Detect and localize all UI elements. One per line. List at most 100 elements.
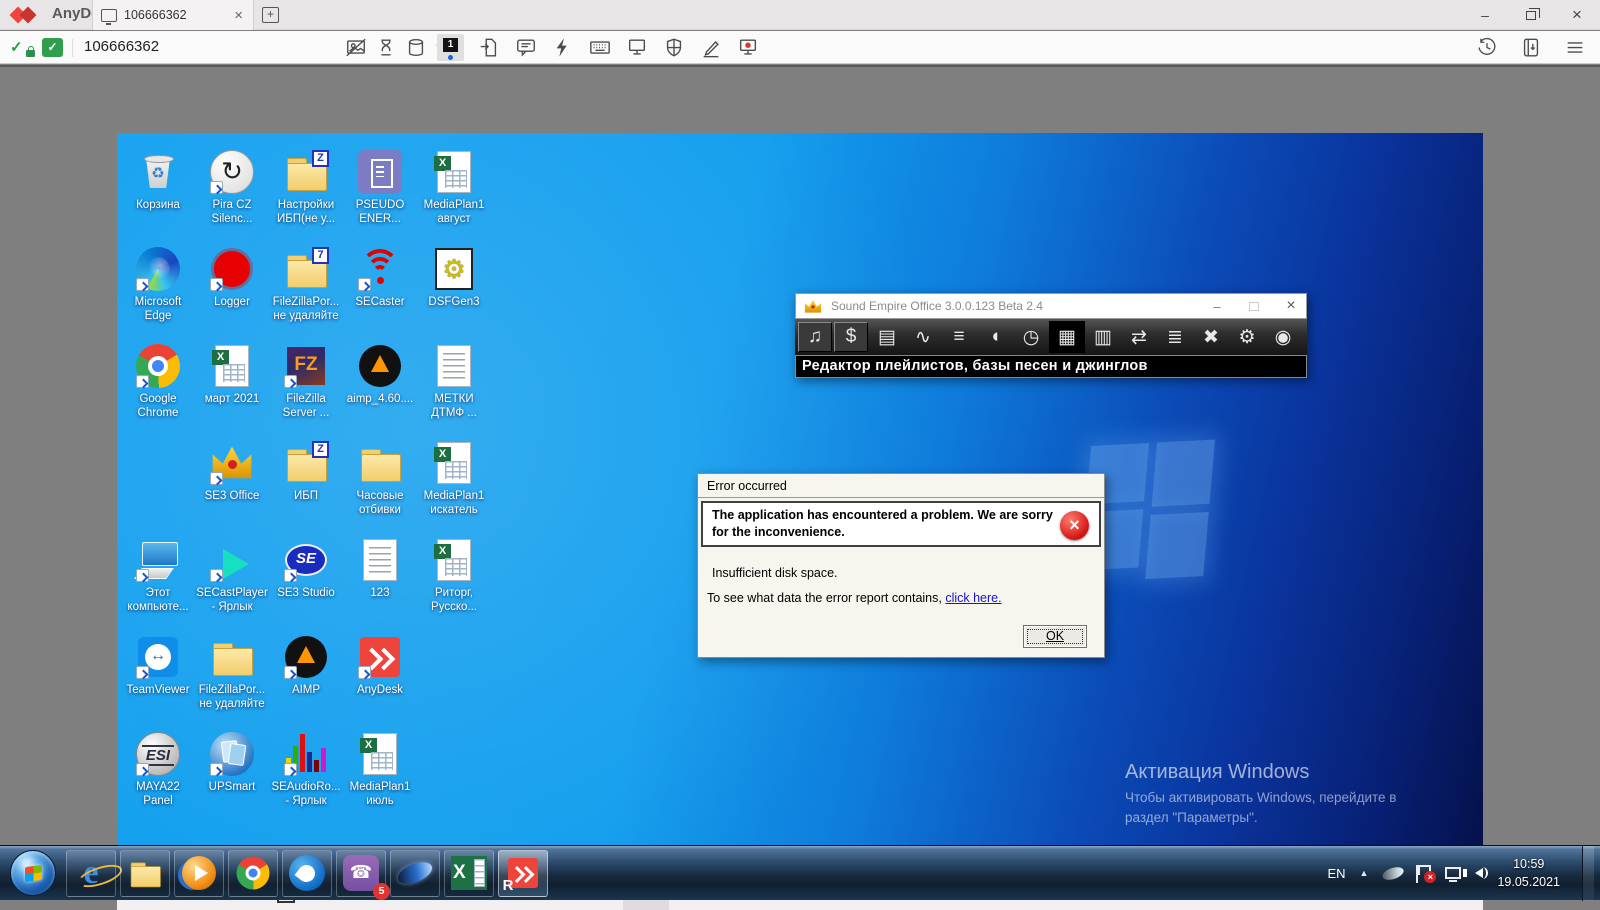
shortcut-arrow-icon <box>284 569 297 582</box>
se-maximize-button[interactable] <box>1249 302 1259 311</box>
host-taskbar: e ☎5 X EN ▲ × 10:5919.05.2021 <box>0 845 1600 900</box>
desktop-icon-logger[interactable]: Logger <box>195 244 269 341</box>
tools-icon[interactable]: ✖ <box>1193 321 1229 353</box>
desktop-icon-settings-ups-folder[interactable]: ZНастройки ИБП(не у... <box>269 147 343 244</box>
whiteboard-pen-icon[interactable] <box>700 37 722 58</box>
desktop-icon-grid: ♻Корзина ↻Pira CZ Silenc... ZНастройки И… <box>121 147 491 826</box>
window-minimize-button[interactable]: – <box>1462 0 1508 30</box>
new-session-tab-button[interactable]: + <box>262 7 279 23</box>
sound-empire-titlebar[interactable]: Sound Empire Office 3.0.0.123 Beta 2.4 –… <box>795 293 1307 319</box>
desktop-icon-123[interactable]: 123 <box>343 535 417 632</box>
active-monitor-dot <box>448 55 453 60</box>
desktop-icon-secastplayer[interactable]: SECastPlayer - Ярлык <box>195 535 269 632</box>
host-lens-app-button[interactable] <box>390 850 440 897</box>
desktop-icon-chrome[interactable]: Google Chrome <box>121 341 195 438</box>
desktop-icon-pira-cz[interactable]: ↻Pira CZ Silenc... <box>195 147 269 244</box>
desktop-icon-filezilla-portable-folder2[interactable]: FileZillaPor... не удаляйте <box>195 632 269 729</box>
sound-empire-window: Sound Empire Office 3.0.0.123 Beta 2.4 –… <box>795 293 1307 378</box>
tray-expand-arrow-icon[interactable]: ▲ <box>1360 868 1369 878</box>
menu-hamburger-icon[interactable] <box>1564 37 1586 58</box>
database-icon[interactable] <box>405 37 427 58</box>
keyboard-icon[interactable] <box>589 37 611 58</box>
host-thunderbird-button[interactable] <box>282 850 332 897</box>
desktop-icon-filezilla-portable-folder[interactable]: 7FileZillaPor... не удаляйте <box>269 244 343 341</box>
desktop-icon-ritorg[interactable]: XРиторг, Русско... <box>417 535 491 632</box>
grid-icon[interactable]: ▦ <box>1049 321 1085 353</box>
waveform-icon[interactable]: ∿ <box>905 321 941 353</box>
window-restore-button[interactable] <box>1508 0 1554 30</box>
desktop-icon-aimp-installer[interactable]: aimp_4.60.... <box>343 341 417 438</box>
host-viber-button[interactable]: ☎5 <box>336 850 386 897</box>
click-here-link[interactable]: click here. <box>945 591 1001 605</box>
action-center-flag-icon[interactable]: × <box>1418 865 1431 875</box>
history-icon[interactable] <box>1476 37 1498 58</box>
playlist-icon[interactable]: ≡ <box>941 321 977 353</box>
host-chrome-button[interactable] <box>228 850 278 897</box>
host-language-indicator[interactable]: EN <box>1327 866 1345 881</box>
desktop-icon-teamviewer[interactable]: ↔TeamViewer <box>121 632 195 729</box>
database-icon[interactable]: ≣ <box>1157 321 1193 353</box>
remote-address[interactable]: 106666362 <box>84 38 159 55</box>
desktop-icon-pseudo-ener[interactable]: PSEUDO ENER... <box>343 147 417 244</box>
desktop-icon-se3-office[interactable]: SE3 Office <box>195 438 269 535</box>
desktop-icon-filezilla-server[interactable]: FZFileZilla Server ... <box>269 341 343 438</box>
desktop-icon-maya22-panel[interactable]: ESIMAYA22 Panel <box>121 729 195 826</box>
ok-button[interactable]: OK <box>1023 625 1087 648</box>
anydesk-logo-icon <box>10 6 44 24</box>
document-icon[interactable]: ▤ <box>869 321 905 353</box>
desktop-icon-metki-dtmf[interactable]: МЕТКИ ДТМФ ... <box>417 341 491 438</box>
host-explorer-button[interactable] <box>120 850 170 897</box>
desktop-icon-march-2021[interactable]: Xмарт 2021 <box>195 341 269 438</box>
desktop-icon-ups-folder[interactable]: ZИБП <box>269 438 343 535</box>
tray-swoosh-icon[interactable] <box>1381 864 1405 881</box>
show-desktop-button[interactable] <box>1582 846 1594 901</box>
desktop-icon-chimes-folder[interactable]: Часовые отбивки <box>343 438 417 535</box>
music-note-icon[interactable]: ♫ <box>798 322 832 352</box>
desktop-icon-se3-studio[interactable]: SESE3 Studio <box>269 535 343 632</box>
record-session-icon[interactable] <box>737 37 759 58</box>
desktop-icon-dsfgen3[interactable]: ⚙DSFGen3 <box>417 244 491 341</box>
desktop-icon-aimp[interactable]: AIMP <box>269 632 343 729</box>
desktop-icon-mediaplan-july[interactable]: XMediaPlan1 июль <box>343 729 417 826</box>
host-start-button[interactable] <box>10 850 56 896</box>
session-tab[interactable]: 106666362 × <box>92 0 254 30</box>
desktop-icon-mediaplan-august[interactable]: XMediaPlan1 август <box>417 147 491 244</box>
log-book-icon[interactable]: ▥ <box>1085 321 1121 353</box>
shortcut-arrow-icon <box>210 278 223 291</box>
desktop-icon-mediaplan-iskatel[interactable]: XMediaPlan1 искатель <box>417 438 491 535</box>
settings-gear-icon[interactable]: ⚙ <box>1229 321 1265 353</box>
desktop-icon-edge[interactable]: Microsoft Edge <box>121 244 195 341</box>
folder-icon <box>129 857 162 890</box>
host-wmp-button[interactable] <box>174 850 224 897</box>
host-ie-button[interactable]: e <box>66 850 116 897</box>
desktop-icon-upsmart[interactable]: UPSmart <box>195 729 269 826</box>
file-transfer-icon[interactable] <box>478 37 500 58</box>
desktop-icon-anydesk[interactable]: AnyDesk <box>343 632 417 729</box>
scheduler-clock-icon[interactable]: ◷ <box>1013 321 1049 353</box>
host-speaker-icon[interactable] <box>1475 868 1483 878</box>
display-settings-icon[interactable] <box>626 37 648 58</box>
tab-close-icon[interactable]: × <box>232 7 245 24</box>
chat-icon[interactable] <box>515 37 537 58</box>
permissions-shield-icon[interactable] <box>663 37 685 58</box>
dollar-icon[interactable]: $ <box>834 322 868 352</box>
hourglass-icon[interactable] <box>375 37 397 58</box>
eye-icon[interactable]: ◉ <box>1265 321 1301 353</box>
host-excel-button[interactable]: X <box>444 850 494 897</box>
host-clock[interactable]: 10:5919.05.2021 <box>1497 855 1560 891</box>
desktop-icon-seaudiorouter[interactable]: SEAudioRo... - Ярлык <box>269 729 343 826</box>
disable-screenshot-icon[interactable] <box>345 37 367 58</box>
host-network-icon[interactable] <box>1445 867 1461 879</box>
excel-file-icon: X <box>437 539 471 581</box>
address-book-icon[interactable] <box>1520 37 1542 58</box>
actions-lightning-icon[interactable] <box>552 37 574 58</box>
transfer-arrows-icon[interactable]: ⇄ <box>1121 321 1157 353</box>
desktop-icon-this-pc[interactable]: Этот компьюте... <box>121 535 195 632</box>
monitor-select-button[interactable]: 1 <box>437 34 464 61</box>
desktop-icon-recycle-bin[interactable]: ♻Корзина <box>121 147 195 244</box>
satellite-icon[interactable]: ◖ <box>977 321 1013 353</box>
se-minimize-button[interactable]: – <box>1202 299 1232 314</box>
window-close-button[interactable]: × <box>1554 0 1600 30</box>
desktop-icon-secaster[interactable]: SECaster <box>343 244 417 341</box>
se-close-button[interactable]: × <box>1276 297 1306 315</box>
